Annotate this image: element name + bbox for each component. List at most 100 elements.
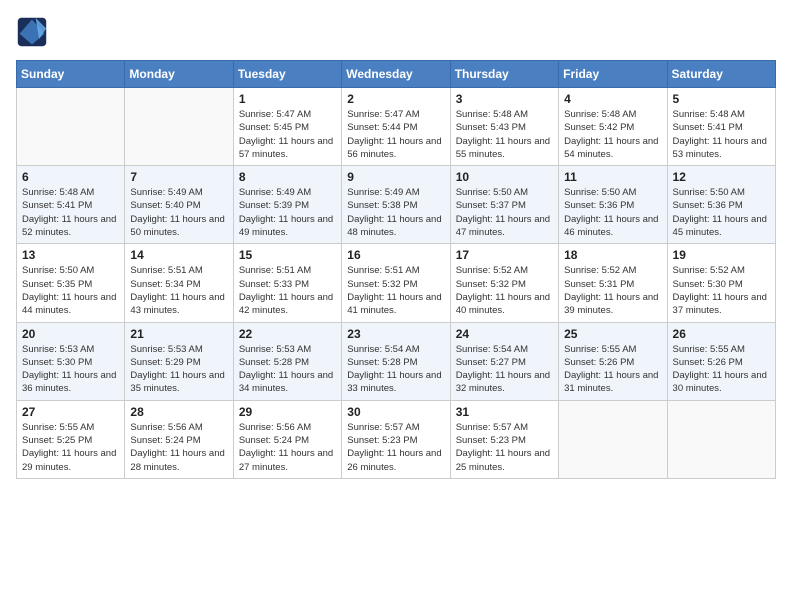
day-number: 18 [564,248,661,262]
calendar-cell: 19 Sunrise: 5:52 AM Sunset: 5:30 PM Dayl… [667,244,775,322]
day-info: Sunrise: 5:51 AM Sunset: 5:32 PM Dayligh… [347,264,444,317]
day-info: Sunrise: 5:56 AM Sunset: 5:24 PM Dayligh… [130,421,227,474]
sunset-text: Sunset: 5:24 PM [130,435,200,446]
daylight-text: Daylight: 11 hours and 50 minutes. [130,214,224,238]
daylight-text: Daylight: 11 hours and 34 minutes. [239,370,333,394]
day-info: Sunrise: 5:56 AM Sunset: 5:24 PM Dayligh… [239,421,336,474]
day-number: 22 [239,327,336,341]
day-number: 17 [456,248,553,262]
daylight-text: Daylight: 11 hours and 49 minutes. [239,214,333,238]
sunset-text: Sunset: 5:29 PM [130,357,200,368]
sunrise-text: Sunrise: 5:48 AM [564,109,636,120]
day-info: Sunrise: 5:55 AM Sunset: 5:26 PM Dayligh… [673,343,770,396]
daylight-text: Daylight: 11 hours and 45 minutes. [673,214,767,238]
calendar-cell: 7 Sunrise: 5:49 AM Sunset: 5:40 PM Dayli… [125,166,233,244]
sunset-text: Sunset: 5:43 PM [456,122,526,133]
sunrise-text: Sunrise: 5:55 AM [22,422,94,433]
calendar-week-row: 13 Sunrise: 5:50 AM Sunset: 5:35 PM Dayl… [17,244,776,322]
sunset-text: Sunset: 5:23 PM [456,435,526,446]
calendar-week-row: 20 Sunrise: 5:53 AM Sunset: 5:30 PM Dayl… [17,322,776,400]
day-number: 20 [22,327,119,341]
sunrise-text: Sunrise: 5:50 AM [564,187,636,198]
calendar-cell: 10 Sunrise: 5:50 AM Sunset: 5:37 PM Dayl… [450,166,558,244]
sunrise-text: Sunrise: 5:51 AM [239,265,311,276]
day-info: Sunrise: 5:51 AM Sunset: 5:34 PM Dayligh… [130,264,227,317]
sunrise-text: Sunrise: 5:47 AM [239,109,311,120]
daylight-text: Daylight: 11 hours and 48 minutes. [347,214,441,238]
day-number: 19 [673,248,770,262]
sunset-text: Sunset: 5:28 PM [347,357,417,368]
day-info: Sunrise: 5:52 AM Sunset: 5:31 PM Dayligh… [564,264,661,317]
calendar-cell: 30 Sunrise: 5:57 AM Sunset: 5:23 PM Dayl… [342,400,450,478]
day-number: 8 [239,170,336,184]
day-info: Sunrise: 5:53 AM Sunset: 5:28 PM Dayligh… [239,343,336,396]
day-number: 15 [239,248,336,262]
day-number: 21 [130,327,227,341]
daylight-text: Daylight: 11 hours and 54 minutes. [564,136,658,160]
day-info: Sunrise: 5:53 AM Sunset: 5:30 PM Dayligh… [22,343,119,396]
day-info: Sunrise: 5:51 AM Sunset: 5:33 PM Dayligh… [239,264,336,317]
calendar-cell: 4 Sunrise: 5:48 AM Sunset: 5:42 PM Dayli… [559,88,667,166]
sunset-text: Sunset: 5:25 PM [22,435,92,446]
sunset-text: Sunset: 5:30 PM [22,357,92,368]
calendar-cell: 21 Sunrise: 5:53 AM Sunset: 5:29 PM Dayl… [125,322,233,400]
calendar-cell: 13 Sunrise: 5:50 AM Sunset: 5:35 PM Dayl… [17,244,125,322]
day-number: 1 [239,92,336,106]
page-header [16,16,776,48]
sunrise-text: Sunrise: 5:49 AM [347,187,419,198]
sunrise-text: Sunrise: 5:47 AM [347,109,419,120]
sunset-text: Sunset: 5:27 PM [456,357,526,368]
calendar-table: SundayMondayTuesdayWednesdayThursdayFrid… [16,60,776,479]
daylight-text: Daylight: 11 hours and 55 minutes. [456,136,550,160]
daylight-text: Daylight: 11 hours and 53 minutes. [673,136,767,160]
day-info: Sunrise: 5:47 AM Sunset: 5:45 PM Dayligh… [239,108,336,161]
sunset-text: Sunset: 5:23 PM [347,435,417,446]
day-number: 16 [347,248,444,262]
day-number: 5 [673,92,770,106]
calendar-week-row: 1 Sunrise: 5:47 AM Sunset: 5:45 PM Dayli… [17,88,776,166]
day-info: Sunrise: 5:57 AM Sunset: 5:23 PM Dayligh… [456,421,553,474]
day-number: 13 [22,248,119,262]
day-number: 24 [456,327,553,341]
day-info: Sunrise: 5:50 AM Sunset: 5:36 PM Dayligh… [673,186,770,239]
daylight-text: Daylight: 11 hours and 30 minutes. [673,370,767,394]
sunrise-text: Sunrise: 5:54 AM [347,344,419,355]
day-number: 30 [347,405,444,419]
daylight-text: Daylight: 11 hours and 31 minutes. [564,370,658,394]
sunrise-text: Sunrise: 5:55 AM [564,344,636,355]
day-info: Sunrise: 5:50 AM Sunset: 5:35 PM Dayligh… [22,264,119,317]
sunrise-text: Sunrise: 5:52 AM [564,265,636,276]
day-number: 4 [564,92,661,106]
sunset-text: Sunset: 5:28 PM [239,357,309,368]
daylight-text: Daylight: 11 hours and 46 minutes. [564,214,658,238]
calendar-week-row: 27 Sunrise: 5:55 AM Sunset: 5:25 PM Dayl… [17,400,776,478]
calendar-cell: 11 Sunrise: 5:50 AM Sunset: 5:36 PM Dayl… [559,166,667,244]
daylight-text: Daylight: 11 hours and 25 minutes. [456,448,550,472]
sunrise-text: Sunrise: 5:52 AM [673,265,745,276]
calendar-cell: 26 Sunrise: 5:55 AM Sunset: 5:26 PM Dayl… [667,322,775,400]
sunrise-text: Sunrise: 5:49 AM [239,187,311,198]
sunset-text: Sunset: 5:32 PM [456,279,526,290]
day-info: Sunrise: 5:48 AM Sunset: 5:41 PM Dayligh… [22,186,119,239]
day-info: Sunrise: 5:48 AM Sunset: 5:41 PM Dayligh… [673,108,770,161]
day-info: Sunrise: 5:50 AM Sunset: 5:36 PM Dayligh… [564,186,661,239]
daylight-text: Daylight: 11 hours and 47 minutes. [456,214,550,238]
day-number: 11 [564,170,661,184]
sunrise-text: Sunrise: 5:56 AM [239,422,311,433]
calendar-cell: 29 Sunrise: 5:56 AM Sunset: 5:24 PM Dayl… [233,400,341,478]
sunrise-text: Sunrise: 5:51 AM [130,265,202,276]
calendar-cell [667,400,775,478]
calendar-cell: 17 Sunrise: 5:52 AM Sunset: 5:32 PM Dayl… [450,244,558,322]
day-info: Sunrise: 5:47 AM Sunset: 5:44 PM Dayligh… [347,108,444,161]
day-number: 29 [239,405,336,419]
calendar-cell: 1 Sunrise: 5:47 AM Sunset: 5:45 PM Dayli… [233,88,341,166]
day-number: 28 [130,405,227,419]
calendar-cell: 20 Sunrise: 5:53 AM Sunset: 5:30 PM Dayl… [17,322,125,400]
sunset-text: Sunset: 5:42 PM [564,122,634,133]
sunset-text: Sunset: 5:41 PM [673,122,743,133]
daylight-text: Daylight: 11 hours and 37 minutes. [673,292,767,316]
day-info: Sunrise: 5:54 AM Sunset: 5:28 PM Dayligh… [347,343,444,396]
day-number: 2 [347,92,444,106]
sunrise-text: Sunrise: 5:49 AM [130,187,202,198]
day-number: 25 [564,327,661,341]
